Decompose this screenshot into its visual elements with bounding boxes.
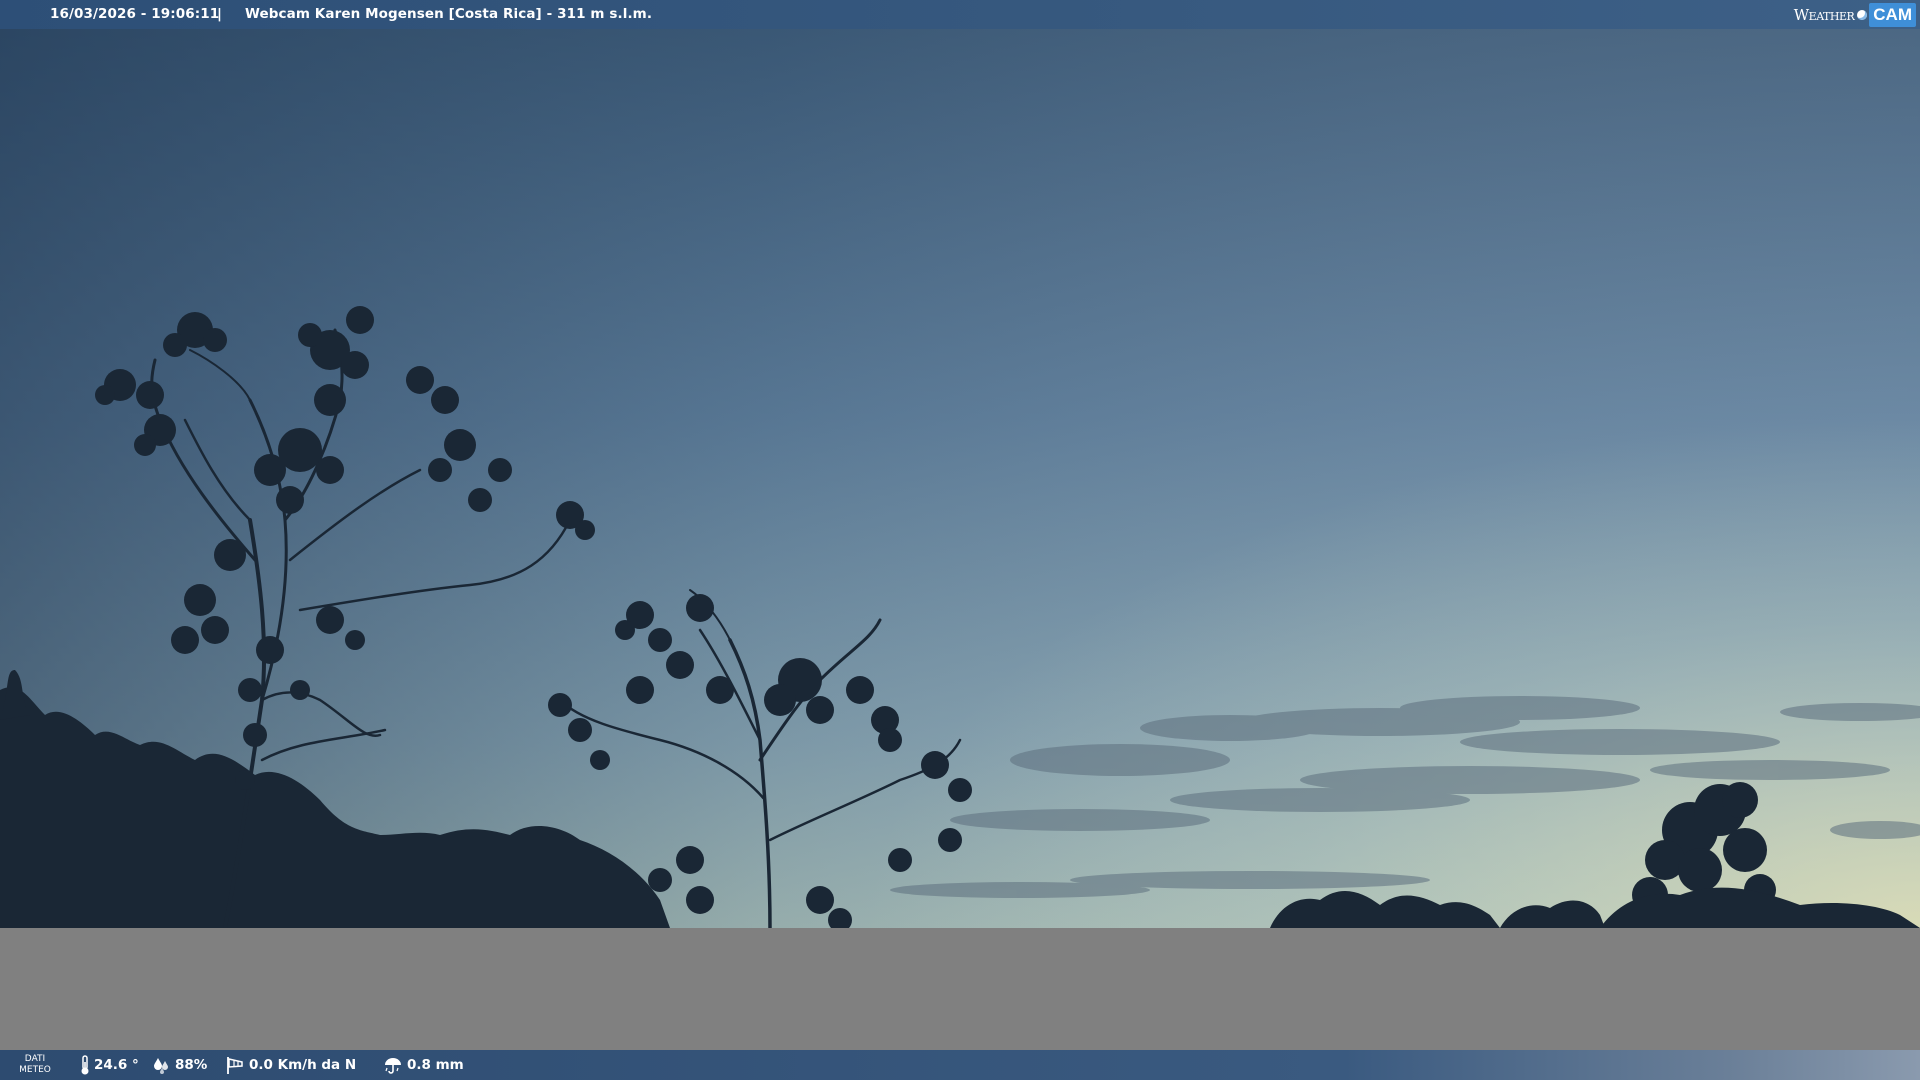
temperature-reading: 24.6 °	[80, 1050, 139, 1080]
header-bar: 16/03/2026 - 19:06:11 | Webcam Karen Mog…	[0, 0, 1920, 29]
wind-reading: 0.0 Km/h da N	[225, 1050, 356, 1080]
logo-text-cam: CAM	[1869, 2, 1916, 27]
meteo-label-line2: METEO	[19, 1065, 51, 1075]
humidity-reading: 88%	[153, 1050, 207, 1080]
webcam-title: Webcam Karen Mogensen [Costa Rica] - 311…	[245, 6, 653, 22]
datetime-label: 16/03/2026 - 19:06:11	[50, 6, 220, 22]
weathercam-logo[interactable]: Weather CAM	[1794, 0, 1920, 29]
webcam-frame: 16/03/2026 - 19:06:11 | Webcam Karen Mog…	[0, 0, 1920, 1080]
humidity-value: 88%	[175, 1057, 208, 1073]
header-separator: |	[217, 6, 223, 22]
rain-value: 0.8 mm	[407, 1057, 464, 1073]
temperature-value: 24.6 °	[94, 1057, 139, 1073]
logo-text-weather: Weather	[1793, 5, 1855, 24]
rain-umbrella-icon	[385, 1058, 401, 1074]
meteo-data-label[interactable]: DATI METEO	[18, 1054, 52, 1076]
webcam-image	[0, 0, 1920, 928]
rain-reading: 0.8 mm	[383, 1050, 464, 1080]
meteo-footer-bar: DATI METEO 24.6 ° 88% 0.0 Km/h da N 0.8 …	[0, 1050, 1920, 1080]
wind-value: 0.0 Km/h da N	[249, 1057, 357, 1073]
thermometer-icon	[81, 1055, 89, 1075]
wind-sock-icon	[227, 1057, 243, 1074]
meteo-label-line1: DATI	[24, 1054, 46, 1064]
humidity-drops-icon	[154, 1058, 168, 1074]
logo-globe-icon	[1857, 9, 1868, 20]
image-blank-area	[0, 928, 1920, 1050]
